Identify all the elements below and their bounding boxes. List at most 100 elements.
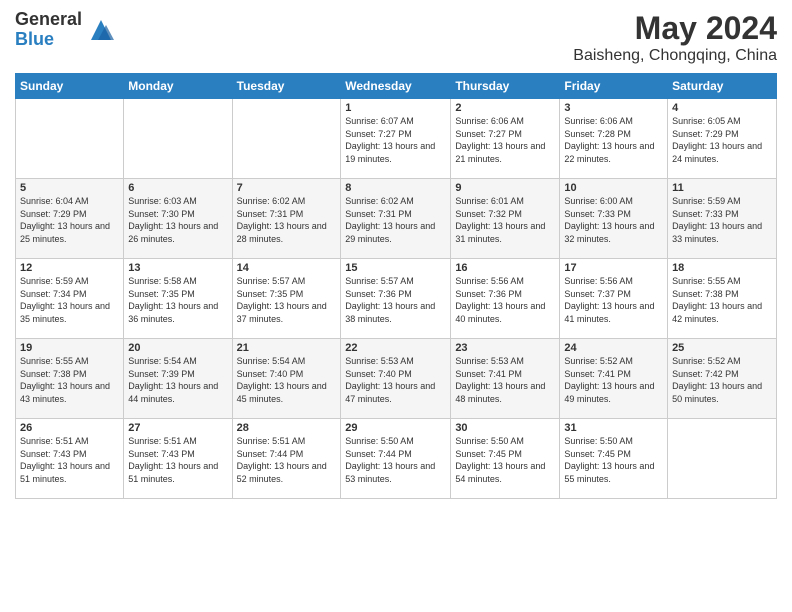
calendar-header: Sunday Monday Tuesday Wednesday Thursday…: [16, 74, 777, 99]
day-number: 5: [20, 182, 119, 194]
day-cell: 17Sunrise: 5:56 AMSunset: 7:37 PMDayligh…: [560, 259, 668, 339]
week-row-1: 1Sunrise: 6:07 AMSunset: 7:27 PMDaylight…: [16, 99, 777, 179]
day-number: 11: [672, 182, 772, 194]
day-cell: 10Sunrise: 6:00 AMSunset: 7:33 PMDayligh…: [560, 179, 668, 259]
week-row-2: 5Sunrise: 6:04 AMSunset: 7:29 PMDaylight…: [16, 179, 777, 259]
day-number: 8: [345, 182, 446, 194]
day-info: Sunrise: 5:54 AMSunset: 7:39 PMDaylight:…: [128, 355, 227, 405]
logo-text: General Blue: [15, 10, 82, 50]
day-cell: 3Sunrise: 6:06 AMSunset: 7:28 PMDaylight…: [560, 99, 668, 179]
day-cell: 20Sunrise: 5:54 AMSunset: 7:39 PMDayligh…: [124, 339, 232, 419]
day-number: 2: [455, 102, 555, 114]
day-number: 20: [128, 342, 227, 354]
week-row-3: 12Sunrise: 5:59 AMSunset: 7:34 PMDayligh…: [16, 259, 777, 339]
day-info: Sunrise: 5:52 AMSunset: 7:41 PMDaylight:…: [564, 355, 663, 405]
calendar-body: 1Sunrise: 6:07 AMSunset: 7:27 PMDaylight…: [16, 99, 777, 499]
day-cell: [232, 99, 341, 179]
day-number: 15: [345, 262, 446, 274]
page: General Blue May 2024 Baisheng, Chongqin…: [0, 0, 792, 612]
day-cell: 26Sunrise: 5:51 AMSunset: 7:43 PMDayligh…: [16, 419, 124, 499]
day-number: 13: [128, 262, 227, 274]
day-number: 24: [564, 342, 663, 354]
day-info: Sunrise: 6:01 AMSunset: 7:32 PMDaylight:…: [455, 195, 555, 245]
day-number: 19: [20, 342, 119, 354]
col-monday: Monday: [124, 74, 232, 99]
day-info: Sunrise: 5:59 AMSunset: 7:34 PMDaylight:…: [20, 275, 119, 325]
calendar-subtitle: Baisheng, Chongqing, China: [573, 47, 777, 65]
day-info: Sunrise: 5:54 AMSunset: 7:40 PMDaylight:…: [237, 355, 337, 405]
col-friday: Friday: [560, 74, 668, 99]
day-cell: 21Sunrise: 5:54 AMSunset: 7:40 PMDayligh…: [232, 339, 341, 419]
col-thursday: Thursday: [451, 74, 560, 99]
day-cell: 28Sunrise: 5:51 AMSunset: 7:44 PMDayligh…: [232, 419, 341, 499]
logo-line1: General: [15, 10, 82, 30]
day-info: Sunrise: 5:55 AMSunset: 7:38 PMDaylight:…: [672, 275, 772, 325]
day-info: Sunrise: 6:00 AMSunset: 7:33 PMDaylight:…: [564, 195, 663, 245]
day-number: 16: [455, 262, 555, 274]
day-info: Sunrise: 5:52 AMSunset: 7:42 PMDaylight:…: [672, 355, 772, 405]
day-cell: 27Sunrise: 5:51 AMSunset: 7:43 PMDayligh…: [124, 419, 232, 499]
day-info: Sunrise: 5:53 AMSunset: 7:41 PMDaylight:…: [455, 355, 555, 405]
day-cell: 1Sunrise: 6:07 AMSunset: 7:27 PMDaylight…: [341, 99, 451, 179]
day-number: 29: [345, 422, 446, 434]
day-number: 1: [345, 102, 446, 114]
day-cell: 19Sunrise: 5:55 AMSunset: 7:38 PMDayligh…: [16, 339, 124, 419]
day-cell: 12Sunrise: 5:59 AMSunset: 7:34 PMDayligh…: [16, 259, 124, 339]
header: General Blue May 2024 Baisheng, Chongqin…: [15, 10, 777, 65]
day-info: Sunrise: 5:53 AMSunset: 7:40 PMDaylight:…: [345, 355, 446, 405]
day-info: Sunrise: 5:50 AMSunset: 7:45 PMDaylight:…: [564, 435, 663, 485]
day-cell: 18Sunrise: 5:55 AMSunset: 7:38 PMDayligh…: [668, 259, 777, 339]
week-row-5: 26Sunrise: 5:51 AMSunset: 7:43 PMDayligh…: [16, 419, 777, 499]
day-cell: [16, 99, 124, 179]
col-saturday: Saturday: [668, 74, 777, 99]
day-info: Sunrise: 5:58 AMSunset: 7:35 PMDaylight:…: [128, 275, 227, 325]
day-info: Sunrise: 6:02 AMSunset: 7:31 PMDaylight:…: [237, 195, 337, 245]
day-info: Sunrise: 5:55 AMSunset: 7:38 PMDaylight:…: [20, 355, 119, 405]
day-info: Sunrise: 6:02 AMSunset: 7:31 PMDaylight:…: [345, 195, 446, 245]
day-info: Sunrise: 5:57 AMSunset: 7:35 PMDaylight:…: [237, 275, 337, 325]
logo-line2: Blue: [15, 30, 82, 50]
day-number: 18: [672, 262, 772, 274]
day-cell: 25Sunrise: 5:52 AMSunset: 7:42 PMDayligh…: [668, 339, 777, 419]
day-number: 28: [237, 422, 337, 434]
day-number: 17: [564, 262, 663, 274]
logo-icon: [86, 15, 116, 45]
day-cell: 5Sunrise: 6:04 AMSunset: 7:29 PMDaylight…: [16, 179, 124, 259]
day-info: Sunrise: 6:04 AMSunset: 7:29 PMDaylight:…: [20, 195, 119, 245]
day-number: 25: [672, 342, 772, 354]
day-number: 4: [672, 102, 772, 114]
day-cell: 4Sunrise: 6:05 AMSunset: 7:29 PMDaylight…: [668, 99, 777, 179]
day-info: Sunrise: 5:51 AMSunset: 7:44 PMDaylight:…: [237, 435, 337, 485]
day-info: Sunrise: 6:05 AMSunset: 7:29 PMDaylight:…: [672, 115, 772, 165]
weekday-row: Sunday Monday Tuesday Wednesday Thursday…: [16, 74, 777, 99]
day-cell: 2Sunrise: 6:06 AMSunset: 7:27 PMDaylight…: [451, 99, 560, 179]
logo: General Blue: [15, 10, 116, 50]
day-cell: 6Sunrise: 6:03 AMSunset: 7:30 PMDaylight…: [124, 179, 232, 259]
calendar-table: Sunday Monday Tuesday Wednesday Thursday…: [15, 73, 777, 499]
day-cell: 16Sunrise: 5:56 AMSunset: 7:36 PMDayligh…: [451, 259, 560, 339]
day-number: 23: [455, 342, 555, 354]
day-info: Sunrise: 6:06 AMSunset: 7:28 PMDaylight:…: [564, 115, 663, 165]
day-info: Sunrise: 6:03 AMSunset: 7:30 PMDaylight:…: [128, 195, 227, 245]
day-cell: 14Sunrise: 5:57 AMSunset: 7:35 PMDayligh…: [232, 259, 341, 339]
day-cell: 8Sunrise: 6:02 AMSunset: 7:31 PMDaylight…: [341, 179, 451, 259]
day-cell: [124, 99, 232, 179]
day-info: Sunrise: 5:56 AMSunset: 7:36 PMDaylight:…: [455, 275, 555, 325]
day-number: 22: [345, 342, 446, 354]
day-number: 10: [564, 182, 663, 194]
day-info: Sunrise: 5:56 AMSunset: 7:37 PMDaylight:…: [564, 275, 663, 325]
day-number: 7: [237, 182, 337, 194]
day-cell: 30Sunrise: 5:50 AMSunset: 7:45 PMDayligh…: [451, 419, 560, 499]
day-cell: 15Sunrise: 5:57 AMSunset: 7:36 PMDayligh…: [341, 259, 451, 339]
day-info: Sunrise: 5:51 AMSunset: 7:43 PMDaylight:…: [128, 435, 227, 485]
day-cell: 24Sunrise: 5:52 AMSunset: 7:41 PMDayligh…: [560, 339, 668, 419]
day-number: 30: [455, 422, 555, 434]
day-number: 26: [20, 422, 119, 434]
day-info: Sunrise: 5:59 AMSunset: 7:33 PMDaylight:…: [672, 195, 772, 245]
title-block: May 2024 Baisheng, Chongqing, China: [573, 10, 777, 65]
day-info: Sunrise: 6:06 AMSunset: 7:27 PMDaylight:…: [455, 115, 555, 165]
day-number: 31: [564, 422, 663, 434]
day-info: Sunrise: 5:57 AMSunset: 7:36 PMDaylight:…: [345, 275, 446, 325]
day-info: Sunrise: 5:51 AMSunset: 7:43 PMDaylight:…: [20, 435, 119, 485]
day-number: 3: [564, 102, 663, 114]
